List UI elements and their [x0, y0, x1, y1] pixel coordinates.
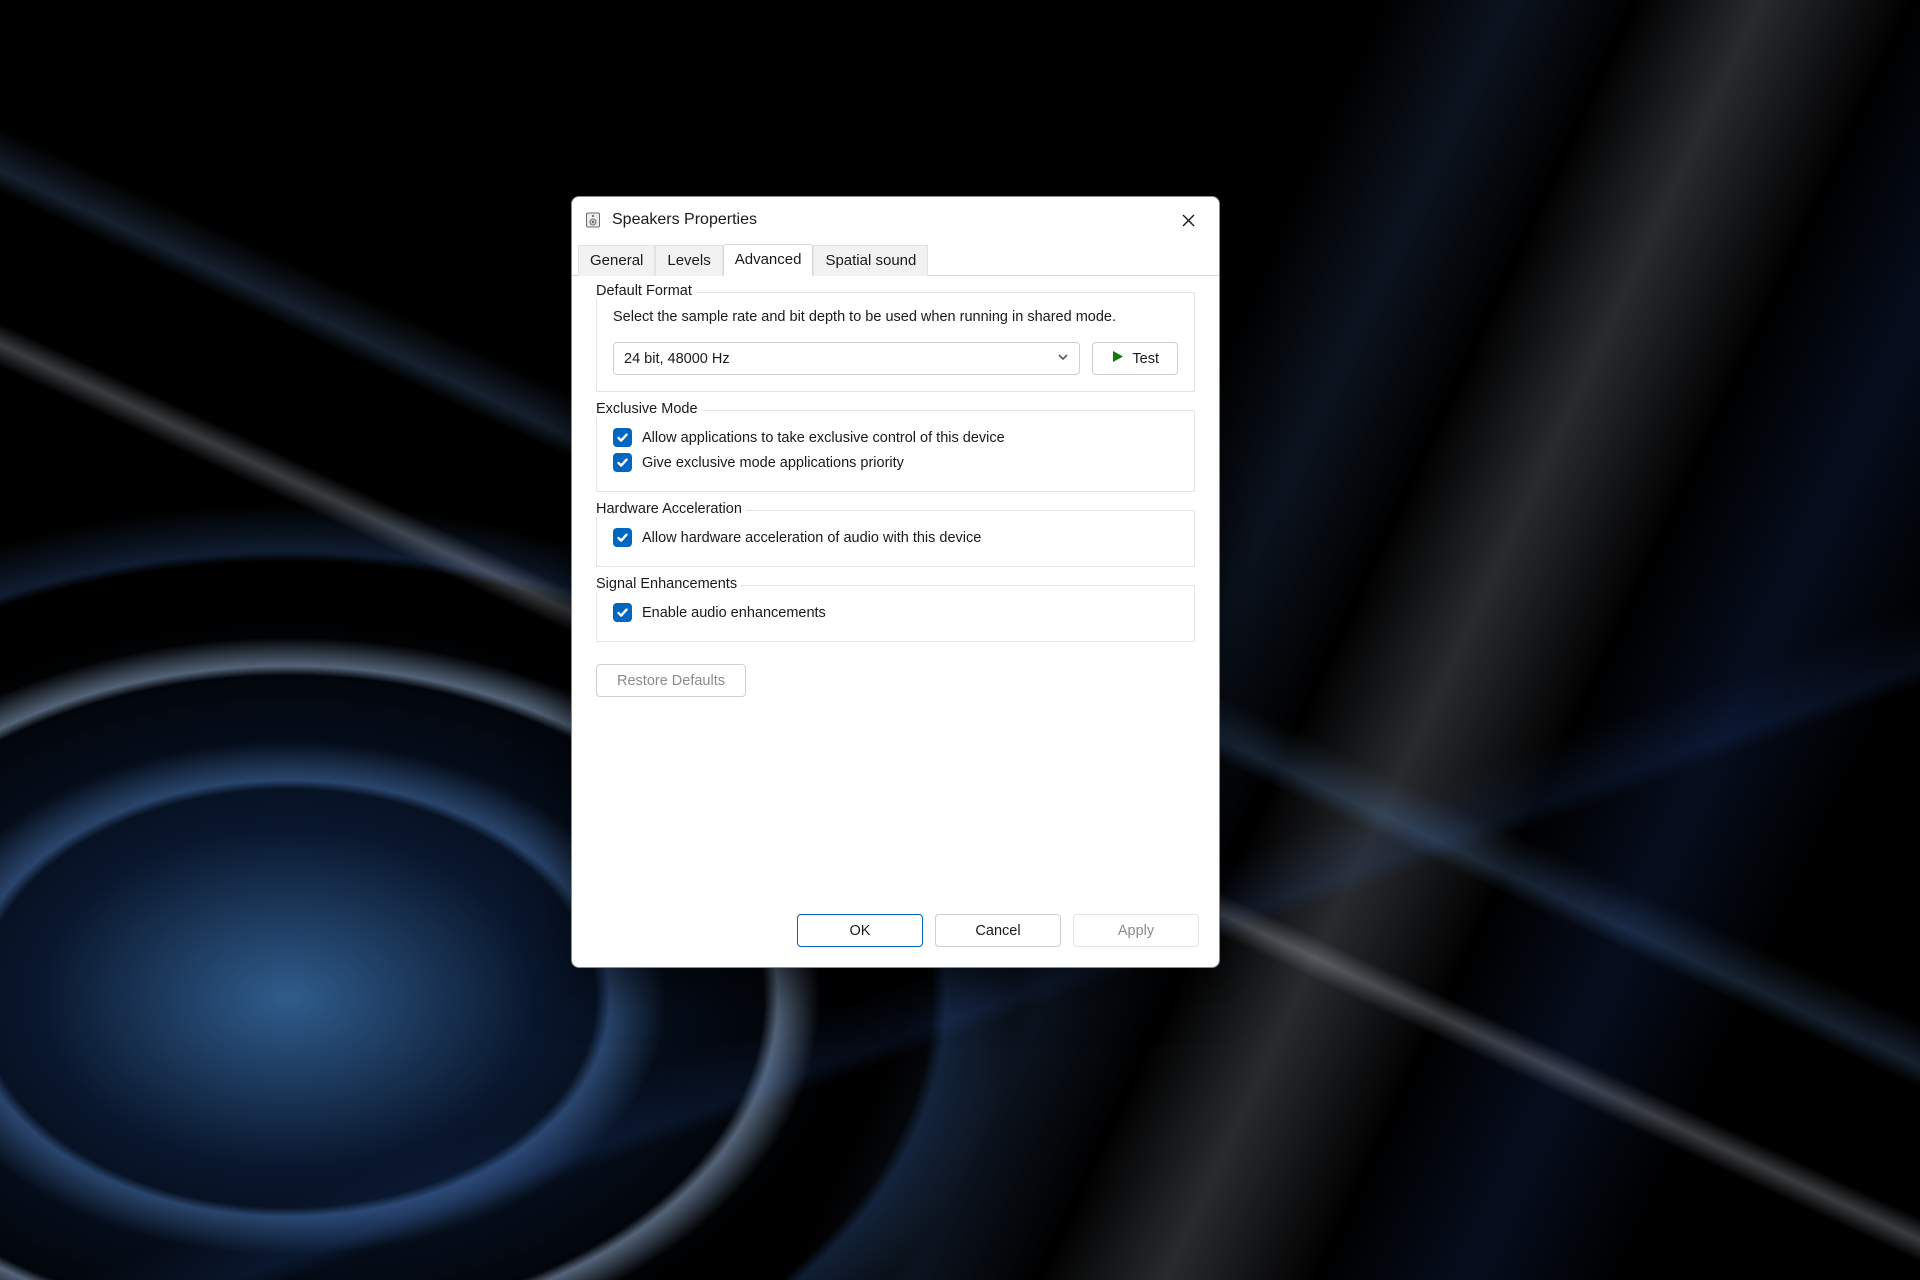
- speakers-properties-dialog: Speakers Properties General Levels Advan…: [571, 196, 1220, 968]
- checkbox-exclusive-control[interactable]: [613, 428, 632, 447]
- group-label: Hardware Acceleration: [596, 501, 746, 517]
- group-exclusive-mode: Exclusive Mode Allow applications to tak…: [596, 410, 1195, 492]
- tabstrip: General Levels Advanced Spatial sound: [572, 243, 1219, 276]
- group-label: Exclusive Mode: [596, 401, 702, 417]
- apply-label: Apply: [1118, 923, 1154, 939]
- group-hardware-acceleration: Hardware Acceleration Allow hardware acc…: [596, 510, 1195, 567]
- test-button-label: Test: [1132, 351, 1159, 367]
- ok-label: OK: [850, 923, 871, 939]
- group-label: Default Format: [596, 283, 696, 299]
- apply-button[interactable]: Apply: [1073, 914, 1199, 947]
- play-icon: [1111, 350, 1124, 367]
- tab-levels[interactable]: Levels: [655, 245, 722, 276]
- cancel-label: Cancel: [975, 923, 1020, 939]
- chevron-down-icon: [1057, 351, 1069, 367]
- restore-defaults-button[interactable]: Restore Defaults: [596, 664, 746, 697]
- tab-advanced[interactable]: Advanced: [723, 244, 814, 276]
- test-button[interactable]: Test: [1092, 342, 1178, 375]
- group-label: Signal Enhancements: [596, 576, 741, 592]
- sample-rate-value: 24 bit, 48000 Hz: [624, 351, 730, 367]
- checkbox-label: Enable audio enhancements: [642, 605, 826, 621]
- tab-general[interactable]: General: [578, 245, 655, 276]
- close-button[interactable]: [1165, 203, 1211, 237]
- checkbox-audio-enhancements[interactable]: [613, 603, 632, 622]
- checkbox-exclusive-priority[interactable]: [613, 453, 632, 472]
- desktop-wallpaper: Speakers Properties General Levels Advan…: [0, 0, 1920, 1280]
- cancel-button[interactable]: Cancel: [935, 914, 1061, 947]
- restore-defaults-label: Restore Defaults: [617, 673, 725, 689]
- checkbox-hardware-accel[interactable]: [613, 528, 632, 547]
- checkbox-label: Give exclusive mode applications priorit…: [642, 455, 904, 471]
- checkbox-label: Allow applications to take exclusive con…: [642, 430, 1005, 446]
- default-format-desc: Select the sample rate and bit depth to …: [613, 307, 1178, 328]
- titlebar: Speakers Properties: [572, 197, 1219, 243]
- group-signal-enhancements: Signal Enhancements Enable audio enhance…: [596, 585, 1195, 642]
- checkbox-label: Allow hardware acceleration of audio wit…: [642, 530, 981, 546]
- group-default-format: Default Format Select the sample rate an…: [596, 292, 1195, 392]
- ok-button[interactable]: OK: [797, 914, 923, 947]
- tab-spatial-sound[interactable]: Spatial sound: [813, 245, 928, 276]
- dialog-footer: OK Cancel Apply: [572, 898, 1219, 967]
- speaker-icon: [584, 211, 602, 229]
- tab-content: Default Format Select the sample rate an…: [572, 276, 1219, 898]
- sample-rate-select[interactable]: 24 bit, 48000 Hz: [613, 342, 1080, 375]
- window-title: Speakers Properties: [612, 211, 1165, 229]
